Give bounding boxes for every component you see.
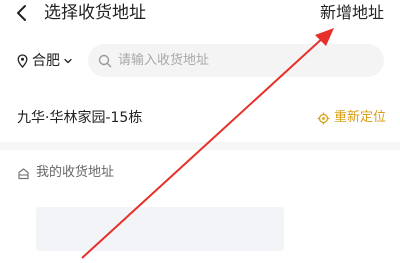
chevron-left-icon[interactable] — [14, 3, 30, 23]
relocate-button[interactable]: 重新定位 — [317, 109, 386, 127]
add-address-button[interactable]: 新增地址 — [320, 2, 384, 24]
relocate-label: 重新定位 — [333, 110, 386, 125]
my-addresses-header: 我的收货地址 — [17, 164, 114, 182]
map-pin-icon — [17, 54, 28, 68]
search-input[interactable] — [118, 53, 358, 68]
search-icon — [98, 54, 112, 67]
section-divider — [0, 142, 400, 150]
chevron-down-icon — [64, 58, 72, 64]
home-icon — [18, 167, 29, 179]
city-label: 合肥 — [32, 53, 60, 69]
city-selector[interactable]: 合肥 — [17, 52, 73, 70]
my-addresses-heading: 我的收货地址 — [36, 165, 115, 180]
address-list-item-placeholder — [36, 207, 284, 251]
current-location-address: 九华·华林家园-15栋 — [17, 110, 143, 126]
search-box[interactable] — [88, 44, 384, 77]
target-icon — [317, 112, 330, 124]
header: 选择收货地址 新增地址 — [0, 0, 400, 28]
address-picker-page: 选择收货地址 新增地址 合肥 九华·华林家园-15栋 重新定位 — [0, 0, 400, 263]
page-title: 选择收货地址 — [44, 3, 146, 23]
